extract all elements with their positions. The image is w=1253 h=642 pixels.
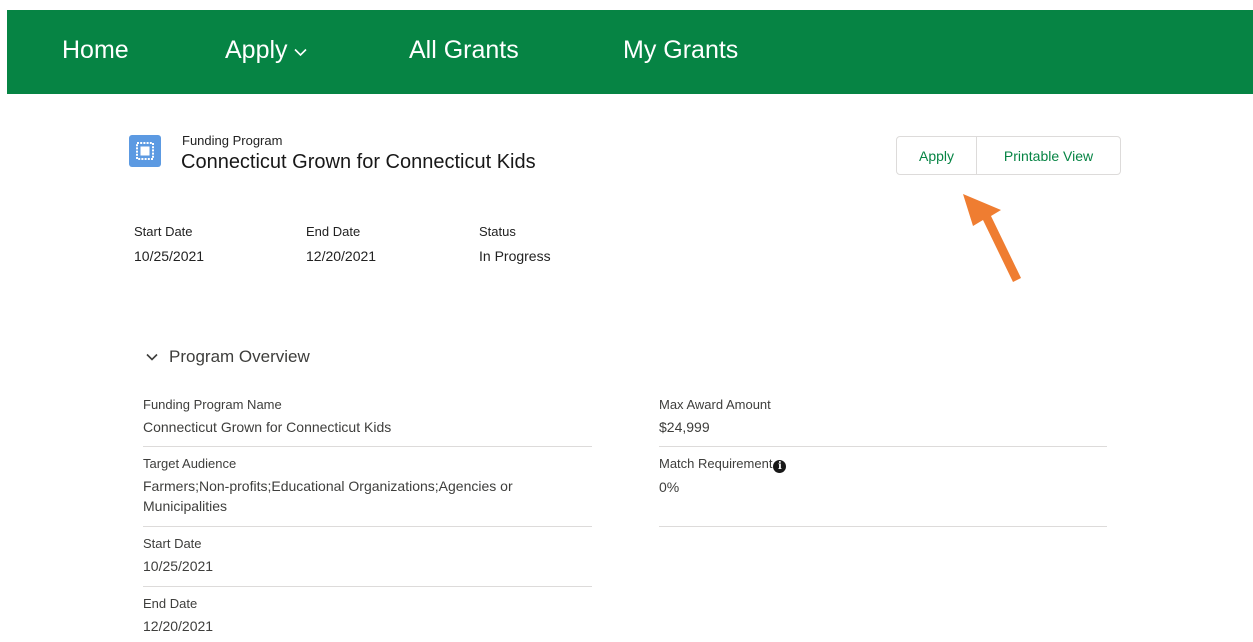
- highlight-status-label: Status: [479, 224, 516, 239]
- field-start-date: Start Date 10/25/2021: [143, 536, 592, 587]
- highlight-start-date-label: Start Date: [134, 224, 193, 239]
- field-value: Connecticut Grown for Connecticut Kids: [143, 419, 392, 435]
- arrow-annotation-icon: [963, 194, 1021, 282]
- header-button-group: Apply Printable View: [896, 136, 1121, 175]
- nav-my-grants[interactable]: My Grants: [623, 36, 738, 65]
- chevron-down-icon: [146, 353, 158, 361]
- nav-apply[interactable]: Apply: [225, 36, 307, 65]
- field-value: 0%: [659, 479, 680, 495]
- nav-home-label: Home: [62, 36, 129, 64]
- field-label: Match Requirement: [659, 456, 773, 471]
- chevron-down-icon: [293, 44, 307, 62]
- highlight-start-date-value: 10/25/2021: [134, 248, 205, 264]
- field-max-award-amount: Max Award Amount $24,999: [659, 397, 1107, 447]
- funding-program-icon: [129, 135, 161, 167]
- record-type-label: Funding Program: [182, 133, 283, 148]
- field-value: 10/25/2021: [143, 558, 214, 574]
- nav-my-grants-label: My Grants: [623, 36, 739, 64]
- highlight-status-value: In Progress: [479, 248, 551, 264]
- field-value: Farmers;Non-profits;Educational Organiza…: [143, 478, 513, 514]
- program-overview-toggle[interactable]: Program Overview: [145, 347, 310, 367]
- field-match-requirement: Match Requirement i 0%: [659, 456, 1107, 527]
- top-navbar: Home Apply All Grants My Grants: [7, 10, 1253, 94]
- field-value: 12/20/2021: [143, 618, 214, 634]
- nav-all-grants-label: All Grants: [409, 36, 519, 64]
- field-label-row: Match Requirement i: [659, 456, 1107, 473]
- info-icon[interactable]: i: [773, 460, 787, 473]
- printable-view-button[interactable]: Printable View: [977, 137, 1120, 174]
- nav-home[interactable]: Home: [62, 36, 129, 65]
- field-target-audience: Target Audience Farmers;Non-profits;Educ…: [143, 456, 592, 527]
- highlight-end-date-label: End Date: [306, 224, 361, 239]
- field-label: End Date: [143, 596, 198, 611]
- nav-all-grants[interactable]: All Grants: [409, 36, 519, 65]
- nav-apply-label: Apply: [225, 36, 288, 64]
- section-title: Program Overview: [169, 347, 310, 366]
- apply-button[interactable]: Apply: [897, 137, 977, 174]
- highlight-end-date-value: 12/20/2021: [306, 248, 377, 264]
- field-funding-program-name: Funding Program Name Connecticut Grown f…: [143, 397, 592, 447]
- field-value: $24,999: [659, 419, 710, 435]
- page-title: Connecticut Grown for Connecticut Kids: [181, 151, 536, 173]
- field-label: Funding Program Name: [143, 397, 282, 412]
- field-label: Start Date: [143, 536, 202, 551]
- field-label: Target Audience: [143, 456, 237, 471]
- field-label: Max Award Amount: [659, 397, 771, 412]
- field-end-date: End Date 12/20/2021: [143, 596, 592, 642]
